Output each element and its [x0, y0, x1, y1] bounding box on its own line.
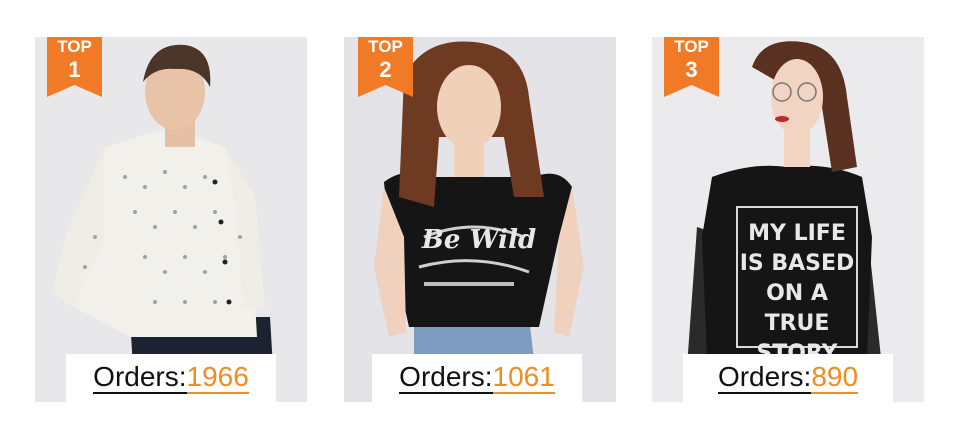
orders-count-box: Orders: 890 [683, 354, 893, 402]
rank-badge: TOP 3 [664, 37, 719, 101]
rank-label: TOP [57, 37, 92, 56]
shirt-line: IS BASED [739, 251, 855, 276]
orders-label: Orders: [399, 361, 493, 394]
rank-number: 1 [68, 57, 81, 82]
rank-badge: TOP 2 [358, 37, 413, 101]
rank-label: TOP [674, 37, 709, 56]
orders-value: 1061 [492, 361, 555, 394]
orders-count-box: Orders: 1061 [372, 354, 582, 402]
orders-count-box: Orders: 1966 [66, 354, 276, 402]
orders-value: 890 [811, 361, 859, 394]
product-card-3[interactable]: TOP 3 MY LIFE IS BASED ON A TRUE STORY O… [652, 37, 924, 402]
orders-value: 1966 [186, 361, 249, 394]
shirt-print-text: Be Wild [421, 225, 537, 255]
rank-number: 2 [379, 57, 392, 82]
shirt-print-text: MY LIFE IS BASED ON A TRUE STORY [737, 219, 857, 369]
product-card-2[interactable]: TOP 2 Be Wild Orders: 1061 [344, 37, 616, 402]
orders-label: Orders: [717, 361, 812, 394]
shirt-line: MY LIFE [748, 221, 846, 246]
rank-number: 3 [685, 57, 698, 82]
product-card-1[interactable]: TOP 1 Orders: 1966 [35, 37, 307, 402]
orders-label: Orders: [93, 361, 187, 394]
rank-label: TOP [368, 37, 403, 56]
shirt-line: ON A TRUE [764, 281, 830, 336]
rank-badge: TOP 1 [47, 37, 102, 101]
